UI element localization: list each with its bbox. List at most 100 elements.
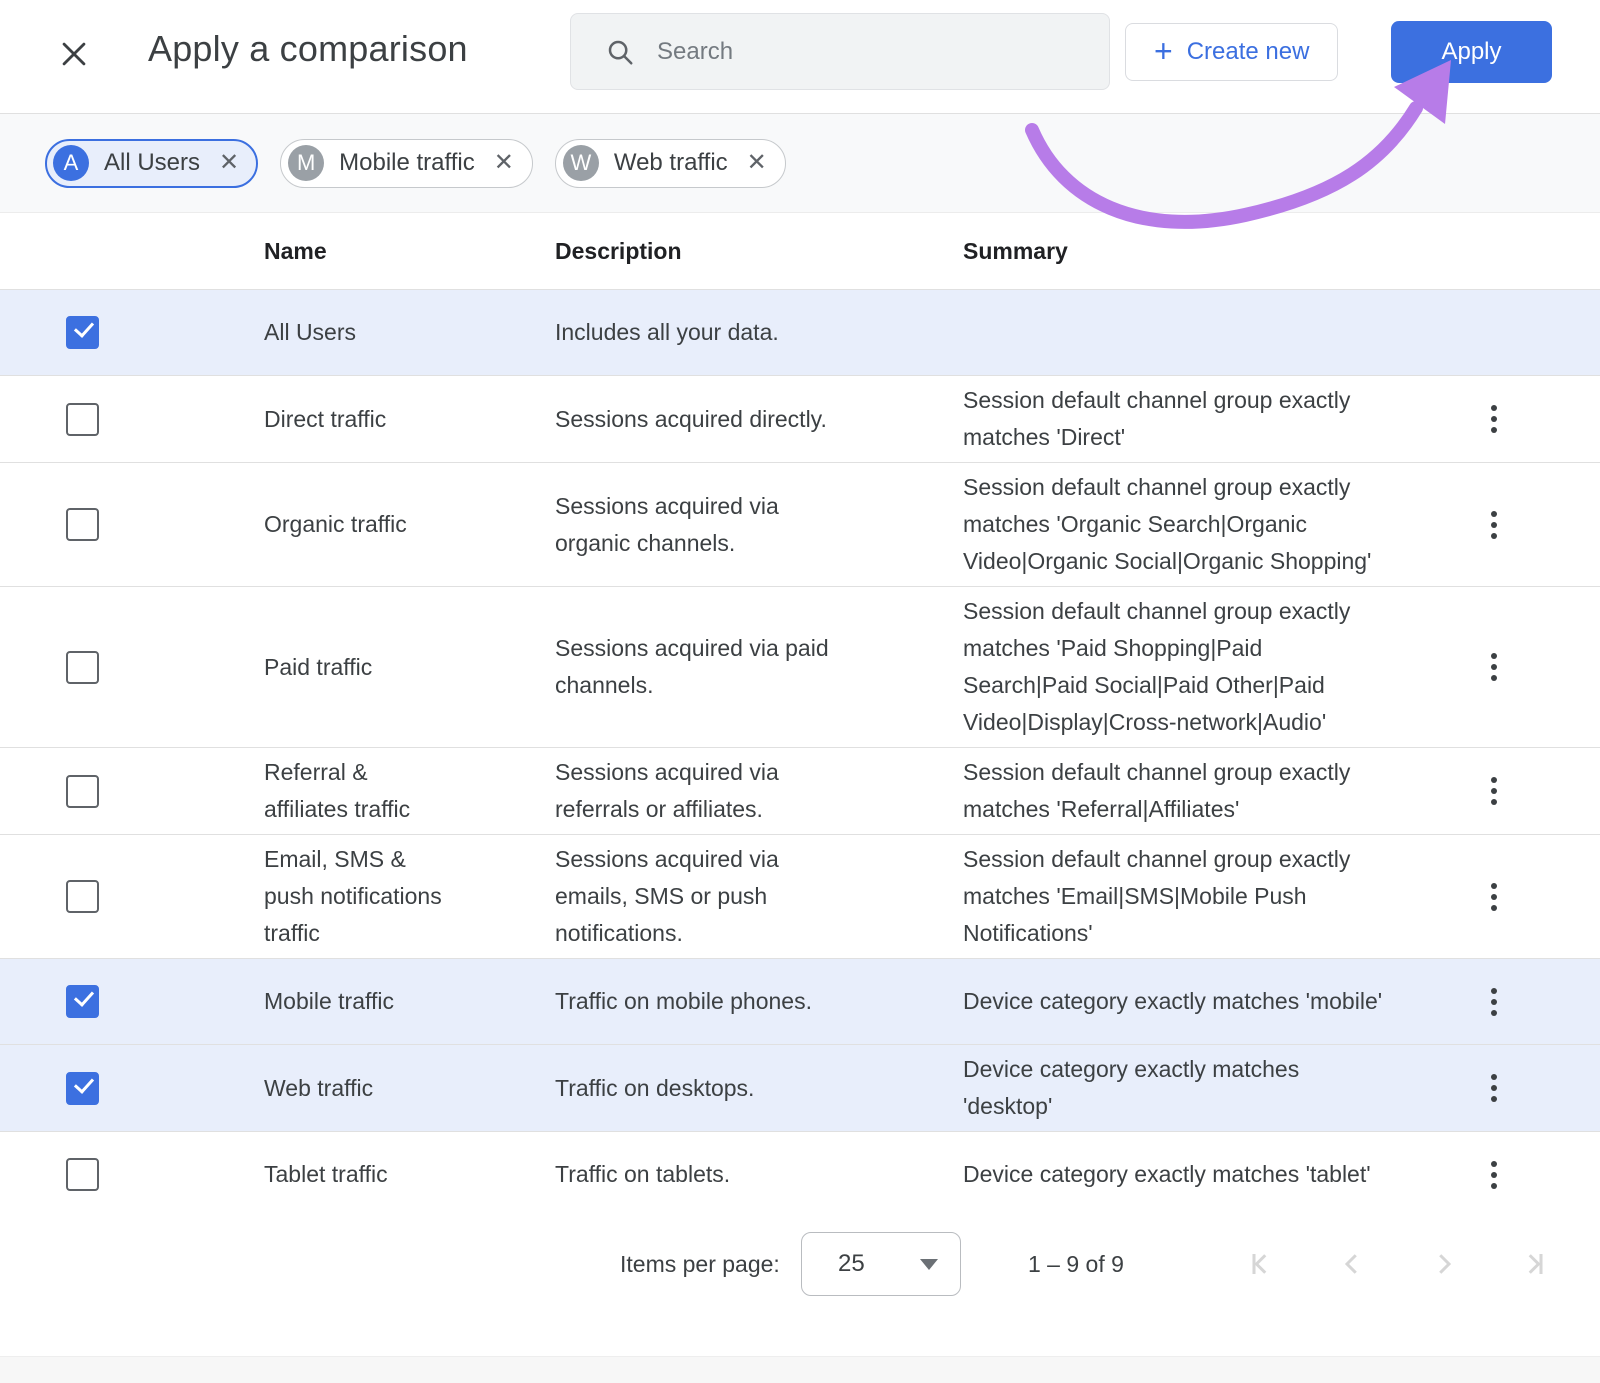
close-icon [57,37,91,71]
chip-remove-icon[interactable]: ✕ [747,151,767,175]
create-new-button[interactable]: + Create new [1125,23,1338,81]
row-checkbox[interactable] [66,1158,99,1191]
row-name: Tablet traffic [264,1156,555,1193]
column-header-summary: Summary [963,238,1470,265]
previous-page-icon [1337,1249,1367,1279]
row-menu-button[interactable] [1470,978,1518,1026]
row-checkbox[interactable] [66,1072,99,1105]
chip-avatar: W [563,145,599,181]
next-page-icon [1429,1249,1459,1279]
row-summary: Device category exactly matches 'mobile' [963,983,1470,1020]
page-range-label: 1 – 9 of 9 [1028,1251,1124,1278]
table-row[interactable]: Paid traffic Sessions acquired via paid … [0,586,1600,747]
top-bar: Apply a comparison + Create new Apply [0,0,1600,114]
row-summary: Session default channel group exactly ma… [963,593,1470,741]
page-size-select[interactable]: 25 [801,1232,961,1296]
table-header-row: Name Description Summary [0,213,1600,289]
last-page-button[interactable] [1512,1240,1560,1288]
search-input[interactable] [657,38,1089,66]
search-box[interactable] [570,13,1110,90]
kebab-icon [1491,883,1497,911]
row-name: Web traffic [264,1070,555,1107]
comparison-table-body: All Users Includes all your data. Direct… [0,289,1600,1217]
table-row[interactable]: Organic traffic Sessions acquired via or… [0,462,1600,586]
row-name: Mobile traffic [264,983,555,1020]
kebab-icon [1491,1161,1497,1189]
chip-label: All Users [104,149,200,177]
row-description: Includes all your data. [555,314,963,351]
row-menu-button[interactable] [1470,643,1518,691]
row-name: Direct traffic [264,401,555,438]
bottom-strip [0,1356,1600,1383]
row-checkbox[interactable] [66,651,99,684]
kebab-icon [1491,405,1497,433]
row-menu-button[interactable] [1470,767,1518,815]
apply-button[interactable]: Apply [1391,21,1552,83]
row-description: Sessions acquired via emails, SMS or pus… [555,841,963,952]
row-summary: Device category exactly matches 'desktop… [963,1051,1470,1125]
table-row[interactable]: Email, SMS & push notifications traffic … [0,834,1600,958]
chip-label: Mobile traffic [339,149,475,177]
comparison-chip[interactable]: W Web traffic ✕ [555,139,786,188]
row-checkbox[interactable] [66,403,99,436]
table-row[interactable]: Referral & affiliates traffic Sessions a… [0,747,1600,834]
row-checkbox[interactable] [66,316,99,349]
items-per-page-label: Items per page: [620,1251,780,1278]
row-description: Traffic on mobile phones. [555,983,963,1020]
create-new-label: Create new [1187,38,1310,66]
row-menu-button[interactable] [1470,1064,1518,1112]
page-title: Apply a comparison [148,28,468,70]
table-row[interactable]: Web traffic Traffic on desktops. Device … [0,1044,1600,1131]
table-row[interactable]: All Users Includes all your data. [0,289,1600,375]
next-page-button[interactable] [1420,1240,1468,1288]
first-page-button[interactable] [1235,1240,1283,1288]
comparison-chip[interactable]: A All Users ✕ [45,139,258,188]
row-checkbox[interactable] [66,508,99,541]
search-icon [605,37,635,67]
row-description: Sessions acquired via paid channels. [555,630,963,704]
row-menu-button[interactable] [1470,395,1518,443]
row-checkbox[interactable] [66,985,99,1018]
pagination-footer: Items per page: 25 1 – 9 of 9 [0,1217,1600,1311]
row-description: Traffic on desktops. [555,1070,963,1107]
row-name: Referral & affiliates traffic [264,754,555,828]
row-description: Sessions acquired via referrals or affil… [555,754,963,828]
kebab-icon [1491,1074,1497,1102]
table-row[interactable]: Tablet traffic Traffic on tablets. Devic… [0,1131,1600,1217]
kebab-icon [1491,777,1497,805]
chip-remove-icon[interactable]: ✕ [494,151,514,175]
last-page-icon [1521,1249,1551,1279]
comparison-chip[interactable]: M Mobile traffic ✕ [280,139,533,188]
kebab-icon [1491,988,1497,1016]
chip-remove-icon[interactable]: ✕ [219,151,239,175]
row-menu-button[interactable] [1470,501,1518,549]
kebab-icon [1491,511,1497,539]
row-summary: Session default channel group exactly ma… [963,841,1470,952]
row-summary: Session default channel group exactly ma… [963,469,1470,580]
chip-avatar: M [288,145,324,181]
first-page-icon [1244,1249,1274,1279]
column-header-name: Name [264,238,555,265]
row-description: Traffic on tablets. [555,1156,963,1193]
plus-icon: + [1154,35,1173,67]
row-checkbox[interactable] [66,775,99,808]
row-description: Sessions acquired directly. [555,401,963,438]
row-checkbox[interactable] [66,880,99,913]
page-size-value: 25 [838,1250,920,1278]
row-summary: Device category exactly matches 'tablet' [963,1156,1470,1193]
previous-page-button[interactable] [1328,1240,1376,1288]
row-menu-button[interactable] [1470,1151,1518,1199]
row-summary: Session default channel group exactly ma… [963,382,1470,456]
column-header-description: Description [555,238,963,265]
row-menu-button[interactable] [1470,873,1518,921]
chip-avatar: A [53,145,89,181]
table-row[interactable]: Mobile traffic Traffic on mobile phones.… [0,958,1600,1044]
comparison-chip-bar: A All Users ✕ M Mobile traffic ✕ W Web t… [0,114,1600,213]
row-name: Organic traffic [264,506,555,543]
close-button[interactable] [52,32,96,76]
row-name: All Users [264,314,555,351]
kebab-icon [1491,653,1497,681]
table-row[interactable]: Direct traffic Sessions acquired directl… [0,375,1600,462]
apply-comparison-dialog: Apply a comparison + Create new Apply A … [0,0,1600,1383]
row-summary: Session default channel group exactly ma… [963,754,1470,828]
